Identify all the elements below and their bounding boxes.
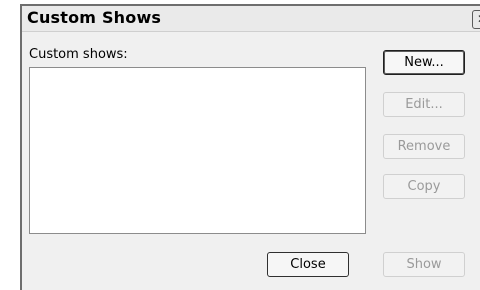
new-button[interactable]: New... [383, 50, 465, 75]
show-button[interactable]: Show [383, 252, 465, 277]
remove-button[interactable]: Remove [383, 134, 465, 159]
copy-button[interactable]: Copy [383, 174, 465, 199]
close-button[interactable]: Close [267, 252, 349, 277]
title-bar: Custom Shows ✕ [22, 6, 480, 32]
dialog-title: Custom Shows [27, 8, 162, 27]
close-icon[interactable]: ✕ [472, 10, 480, 29]
edit-button[interactable]: Edit... [383, 92, 465, 117]
custom-shows-dialog: Custom Shows ✕ Custom shows: New... Edit… [20, 4, 480, 290]
custom-shows-label: Custom shows: [29, 47, 128, 62]
custom-shows-list[interactable] [29, 67, 366, 234]
